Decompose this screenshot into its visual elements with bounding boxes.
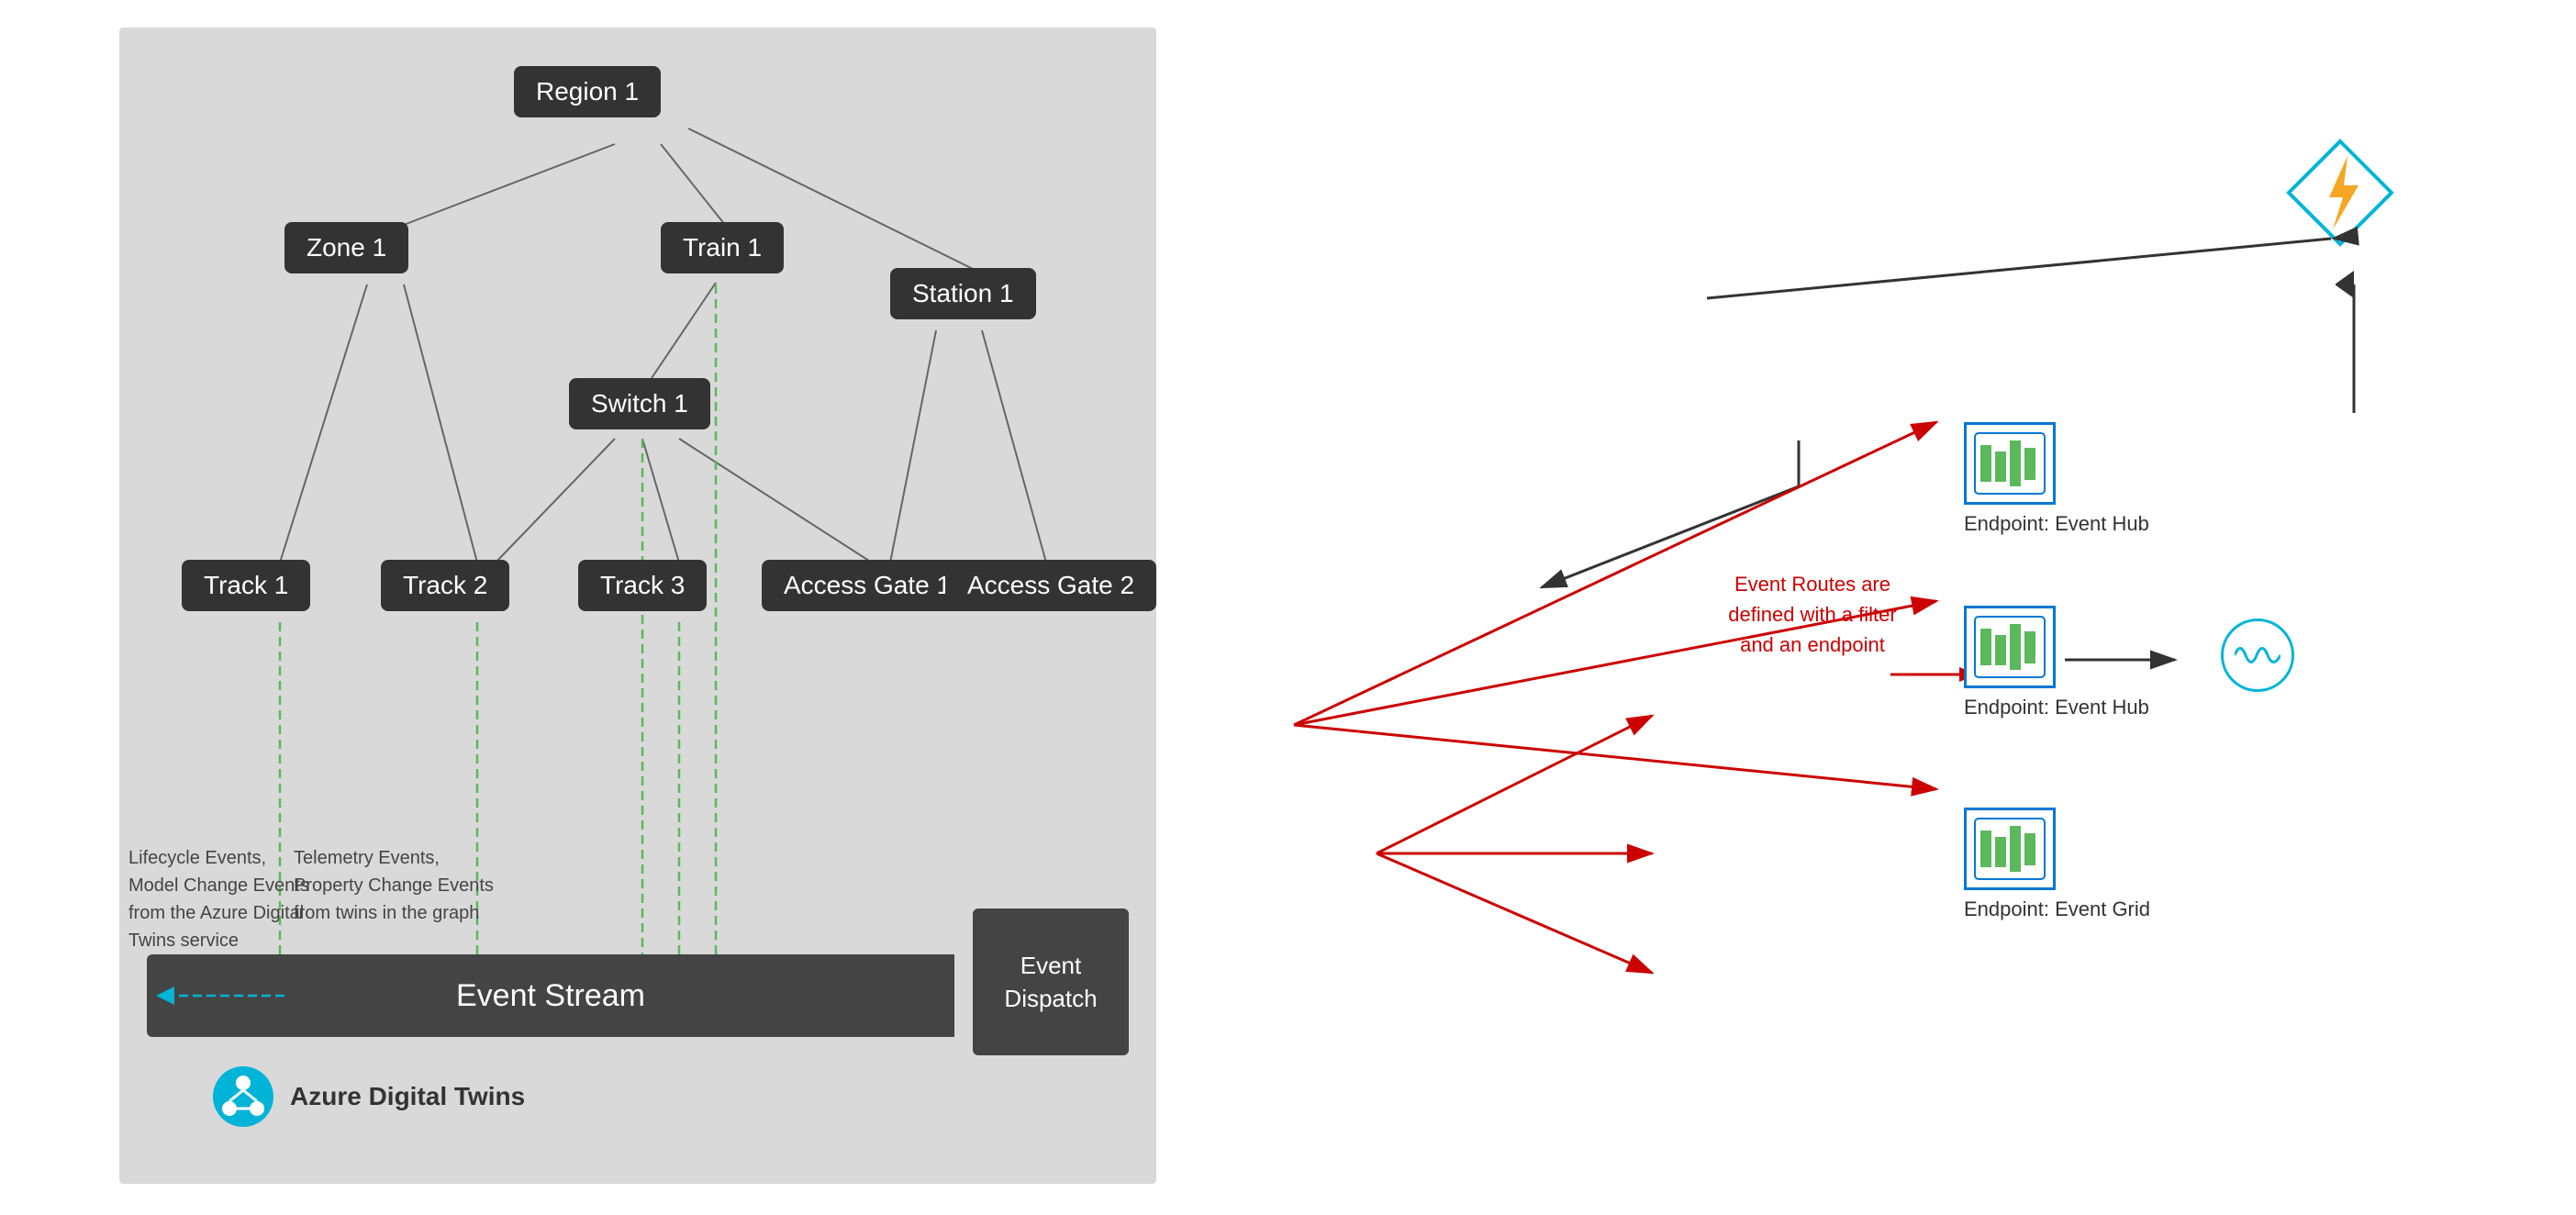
main-diagram: Region 1 Zone 1 Train 1 Station 1 Switch… <box>119 28 1156 1184</box>
endpoint-hub1: Endpoint: Event Hub <box>1964 422 2149 536</box>
event-hub1-svg <box>1973 431 2046 496</box>
event-grid-svg <box>1973 817 2046 881</box>
endpoint-hub1-label: Endpoint: Event Hub <box>1964 512 2149 536</box>
train1-node: Train 1 <box>661 222 784 273</box>
routing-arrows-svg <box>1184 367 2010 1009</box>
event-hub2-svg <box>1973 615 2046 679</box>
endpoint-hub2-label: Endpoint: Event Hub <box>1964 696 2149 719</box>
adt-logo-icon <box>211 1065 275 1129</box>
telemetry-text: Telemetry Events, Property Change Events… <box>294 844 514 927</box>
dispatch-to-diamond-svg <box>1266 184 2368 826</box>
endpoint-grid-label: Endpoint: Event Grid <box>1964 897 2150 921</box>
track1-node: Track 1 <box>182 560 310 611</box>
endpoint-grid-icon <box>1964 808 2056 890</box>
lifecycle-arrow <box>119 936 303 1055</box>
track2-node: Track 2 <box>381 560 509 611</box>
event-stream-arrow <box>909 954 954 1037</box>
adt-logo-area: Azure Digital Twins <box>211 1065 525 1129</box>
endpoint-hub1-icon <box>1964 422 2056 505</box>
station1-node: Station 1 <box>890 268 1036 319</box>
switch1-node: Switch 1 <box>569 378 710 429</box>
access-gate2-node: Access Gate 2 <box>945 560 1156 611</box>
endpoint-grid: Endpoint: Event Grid <box>1964 808 2150 921</box>
wave-icon <box>2221 619 2294 692</box>
endpoint-hub2-icon <box>1964 606 2056 688</box>
zone1-node: Zone 1 <box>284 222 408 273</box>
lightning-diamond-svg <box>2285 138 2395 248</box>
event-grid-diamond-icon <box>2285 138 2395 248</box>
access-gate1-node: Access Gate 1 <box>762 560 973 611</box>
vertical-arrow-to-diamond <box>2336 266 2372 431</box>
wave-svg <box>2235 637 2280 674</box>
event-dispatch-box: EventDispatch <box>973 908 1129 1055</box>
region1-node: Region 1 <box>514 66 661 117</box>
track3-node: Track 3 <box>578 560 707 611</box>
event-routes-text: Event Routes are defined with a filter a… <box>1716 569 1909 660</box>
